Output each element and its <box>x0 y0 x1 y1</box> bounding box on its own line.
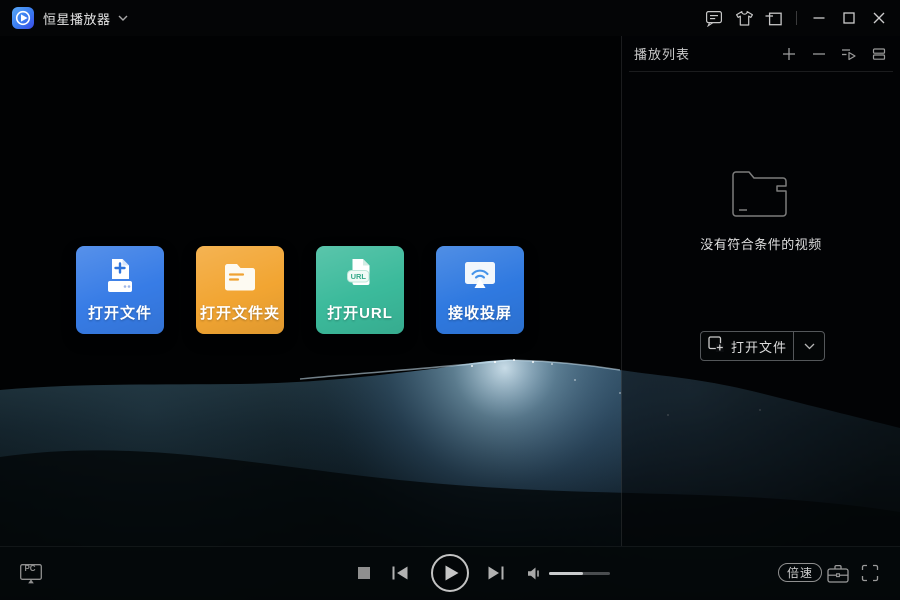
close-button[interactable] <box>864 0 894 36</box>
chevron-down-icon <box>118 15 128 21</box>
file-add-icon <box>98 255 142 299</box>
feedback-button[interactable] <box>699 0 729 36</box>
open-file-button[interactable]: 打开文件 <box>76 246 164 334</box>
stop-button[interactable] <box>356 565 372 581</box>
stop-icon <box>358 567 370 579</box>
open-file-label: 打开文件 <box>76 302 164 323</box>
feedback-bubble-icon <box>705 10 723 27</box>
speed-label: 倍速 <box>787 564 813 581</box>
chevron-down-icon <box>804 343 815 350</box>
playlist-open-file-label: 打开文件 <box>731 337 787 356</box>
play-order-button[interactable] <box>840 45 858 63</box>
open-file-dropdown-button[interactable] <box>794 332 824 360</box>
playback-speed-button[interactable]: 倍速 <box>778 563 822 582</box>
pc-label: PC <box>18 564 42 573</box>
playlist-add-button[interactable] <box>780 45 798 63</box>
maximize-icon <box>843 12 855 24</box>
file-add-outline-icon <box>707 335 724 357</box>
app-menu[interactable]: 恒星播放器 <box>34 9 128 28</box>
list-view-button[interactable] <box>870 45 888 63</box>
close-icon <box>873 12 885 24</box>
open-folder-label: 打开文件夹 <box>196 302 284 323</box>
app-window: 恒星播放器 <box>0 0 900 600</box>
open-url-button[interactable]: URL 打开URL <box>316 246 404 334</box>
playlist-header: 播放列表 <box>622 36 900 71</box>
next-icon <box>487 565 505 581</box>
cast-receive-icon <box>458 255 502 299</box>
playlist-empty-message: 没有符合条件的视频 <box>622 234 900 253</box>
receive-cast-label: 接收投屏 <box>436 302 524 323</box>
play-button[interactable] <box>431 554 469 592</box>
player-control-bar: PC <box>0 546 900 600</box>
playlist-open-file-button[interactable]: 打开文件 <box>700 331 825 361</box>
url-badge: URL <box>351 272 367 281</box>
mini-window-icon <box>765 10 784 27</box>
playlist-remove-button[interactable] <box>810 45 828 63</box>
toolbox-icon <box>826 563 850 584</box>
volume-fill <box>549 572 583 575</box>
previous-icon <box>391 565 409 581</box>
open-folder-button[interactable]: 打开文件夹 <box>196 246 284 334</box>
tshirt-icon <box>735 10 754 27</box>
fullscreen-icon <box>861 564 879 582</box>
device-cast-entry-button[interactable]: PC <box>18 561 46 587</box>
playlist-open-file-main[interactable]: 打开文件 <box>701 332 793 360</box>
mini-mode-button[interactable] <box>759 0 789 36</box>
empty-folder-icon <box>727 166 795 227</box>
playlist-title: 播放列表 <box>634 44 690 63</box>
playlist-header-divider <box>629 71 893 72</box>
toolbox-button[interactable] <box>826 562 850 584</box>
receive-cast-button[interactable]: 接收投屏 <box>436 246 524 334</box>
playlist-panel: 播放列表 <box>621 36 900 546</box>
folder-open-icon <box>218 255 262 299</box>
volume-button[interactable] <box>525 565 543 581</box>
next-button[interactable] <box>486 565 506 581</box>
app-logo-icon <box>12 7 34 29</box>
previous-button[interactable] <box>390 565 410 581</box>
fullscreen-button[interactable] <box>860 563 880 583</box>
app-title: 恒星播放器 <box>43 9 111 28</box>
play-icon <box>444 564 460 582</box>
minimize-icon <box>813 12 825 24</box>
volume-slider[interactable] <box>549 571 610 576</box>
url-file-icon: URL <box>338 255 382 299</box>
minimize-button[interactable] <box>804 0 834 36</box>
titlebar: 恒星播放器 <box>0 0 900 36</box>
volume-icon <box>526 566 543 581</box>
skin-theme-button[interactable] <box>729 0 759 36</box>
titlebar-separator <box>796 11 797 25</box>
maximize-button[interactable] <box>834 0 864 36</box>
open-url-label: 打开URL <box>316 302 404 323</box>
